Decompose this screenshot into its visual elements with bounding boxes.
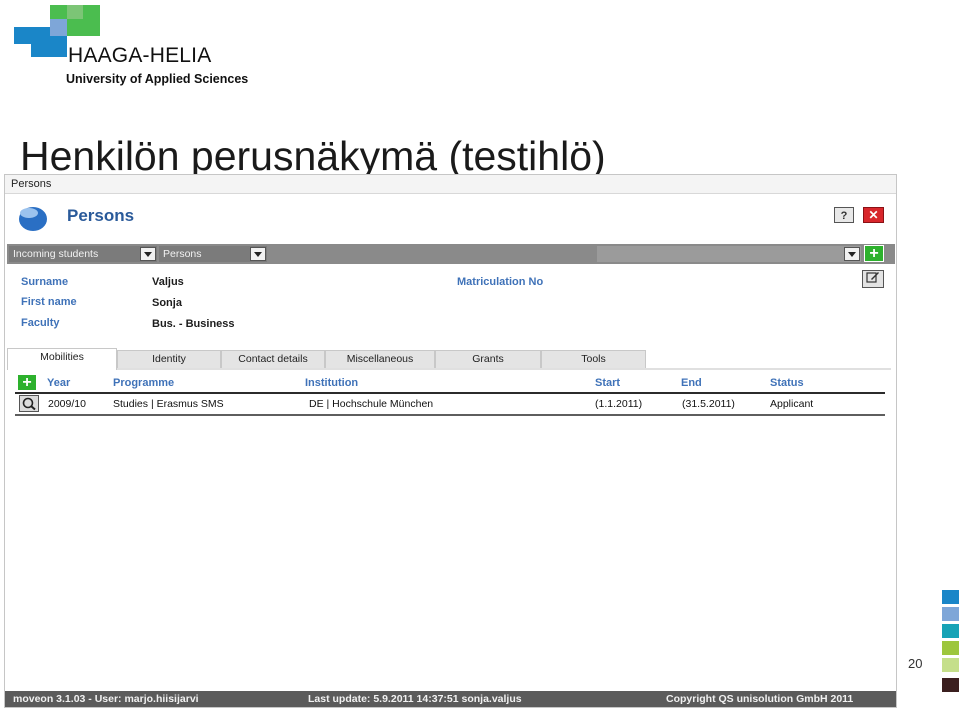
- record-dropdown[interactable]: [597, 246, 861, 262]
- add-mobility-button[interactable]: +: [17, 374, 37, 391]
- table-header: + Year Programme Institution Start End S…: [15, 372, 885, 394]
- tab-mobilities[interactable]: Mobilities: [7, 348, 117, 370]
- edit-icon: [866, 272, 879, 283]
- tab-grants[interactable]: Grants: [435, 350, 541, 368]
- faculty-value: Bus. - Business: [152, 318, 235, 330]
- persons-logo-icon: [15, 203, 51, 231]
- status-version-user: moveon 3.1.03 - User: marjo.hiisijarvi: [13, 693, 199, 705]
- decorative-square: [942, 658, 959, 672]
- table-row[interactable]: 2009/10 Studies | Erasmus SMS DE | Hochs…: [15, 394, 885, 416]
- window-title: Persons: [11, 178, 52, 190]
- tab-bar: Mobilities Identity Contact details Misc…: [7, 348, 891, 370]
- cell-status: Applicant: [770, 398, 814, 410]
- tab-miscellaneous[interactable]: Miscellaneous: [325, 350, 435, 368]
- status-last-update: Last update: 5.9.2011 14:37:51 sonja.val…: [308, 693, 522, 705]
- cell-end: (31.5.2011): [682, 398, 735, 410]
- firstname-label: First name: [21, 296, 77, 308]
- firstname-value: Sonja: [152, 297, 182, 309]
- status-copyright: Copyright QS unisolution GmbH 2011: [666, 693, 854, 705]
- magnifier-icon: [22, 397, 36, 411]
- decorative-square: [942, 641, 959, 655]
- close-button[interactable]: ✕: [863, 207, 884, 223]
- persons-app-window: Persons Persons ? ✕ Incoming students Pe…: [4, 174, 897, 708]
- column-header[interactable]: Institution: [305, 377, 358, 389]
- view-details-button[interactable]: [19, 395, 39, 412]
- chevron-down-icon[interactable]: [844, 247, 860, 261]
- column-header[interactable]: Start: [595, 377, 620, 389]
- column-header[interactable]: Status: [770, 377, 804, 389]
- surname-value: Valjus: [152, 276, 184, 288]
- entity-dropdown-value: Persons: [163, 248, 202, 260]
- page-title: Persons: [67, 206, 135, 225]
- surname-label: Surname: [21, 276, 69, 288]
- decorative-square: [942, 678, 959, 692]
- decorative-square: [942, 607, 959, 621]
- tab-tools[interactable]: Tools: [541, 350, 646, 368]
- column-header[interactable]: End: [681, 377, 702, 389]
- status-bar: moveon 3.1.03 - User: marjo.hiisijarvi L…: [5, 691, 896, 707]
- tab-identity[interactable]: Identity: [117, 350, 221, 368]
- matriculation-label: Matriculation No: [457, 276, 544, 288]
- edit-button[interactable]: [862, 270, 884, 288]
- window-titlebar: Persons: [5, 175, 896, 194]
- faculty-label: Faculty: [21, 317, 60, 329]
- decorative-square: [942, 590, 959, 604]
- decorative-square: [942, 624, 959, 638]
- cell-start: (1.1.2011): [595, 398, 643, 410]
- logo-name: HAAGA-HELIA: [68, 44, 212, 67]
- page-number: 20: [908, 656, 923, 671]
- cell-year: 2009/10: [48, 398, 86, 410]
- tab-contact-details[interactable]: Contact details: [221, 350, 325, 368]
- category-dropdown-value: Incoming students: [13, 248, 99, 260]
- slide-title: Henkilön perusnäkymä (testihlö): [20, 133, 606, 179]
- add-record-button[interactable]: +: [864, 245, 884, 262]
- column-header[interactable]: Programme: [113, 377, 174, 389]
- chevron-down-icon[interactable]: [140, 247, 156, 261]
- chevron-down-icon[interactable]: [250, 247, 266, 261]
- column-header[interactable]: Year: [47, 377, 70, 389]
- toolbar: Incoming students Persons +: [7, 244, 895, 264]
- help-button[interactable]: ?: [834, 207, 854, 223]
- category-dropdown[interactable]: Incoming students: [9, 246, 157, 262]
- logo-subtitle: University of Applied Sciences: [66, 72, 249, 86]
- entity-dropdown[interactable]: Persons: [159, 246, 267, 262]
- cell-institution: DE | Hochschule München: [309, 398, 434, 410]
- cell-programme: Studies | Erasmus SMS: [113, 398, 224, 410]
